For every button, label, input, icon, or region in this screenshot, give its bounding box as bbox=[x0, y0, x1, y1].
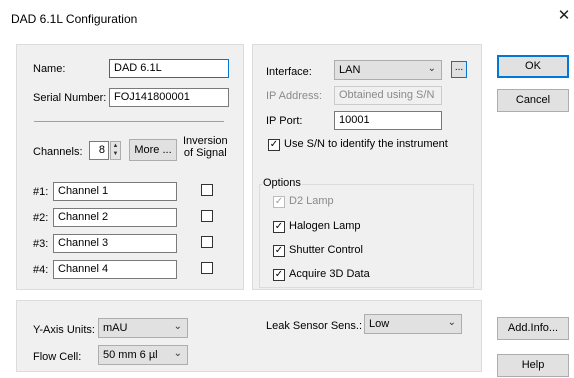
serial-number-field[interactable]: FOJ141800001 bbox=[109, 88, 229, 107]
leak-sensor-dropdown[interactable]: Low ⌄ bbox=[364, 314, 462, 334]
d2-lamp-checkbox: ✓ bbox=[273, 196, 285, 208]
general-separator bbox=[34, 121, 224, 122]
cancel-button[interactable]: Cancel bbox=[497, 89, 569, 112]
shutter-control-label[interactable]: Shutter Control bbox=[289, 244, 363, 256]
acquire-3d-data-checkbox[interactable]: ✓ bbox=[273, 269, 285, 281]
d2-lamp-label: D2 Lamp bbox=[289, 195, 334, 207]
leak-sensor-label: Leak Sensor Sens.: bbox=[266, 320, 363, 332]
inversion-header-line2: of Signal bbox=[183, 147, 227, 159]
spin-down-icon[interactable]: ▼ bbox=[111, 150, 120, 158]
inversion-header: Inversion of Signal bbox=[183, 135, 228, 159]
channel-4-label: #4: bbox=[33, 264, 49, 276]
flow-cell-value: 50 mm 6 µl bbox=[103, 349, 158, 361]
channel-2-field[interactable]: Channel 2 bbox=[53, 208, 177, 227]
channel-3-label: #3: bbox=[33, 238, 49, 250]
options-group-label: Options bbox=[262, 177, 302, 189]
channels-count-field[interactable]: 8 bbox=[89, 141, 109, 160]
channel-1-inversion-checkbox[interactable] bbox=[201, 184, 213, 196]
shutter-control-checkbox[interactable]: ✓ bbox=[273, 245, 285, 257]
use-sn-label[interactable]: Use S/N to identify the instrument bbox=[284, 138, 448, 150]
interface-value: LAN bbox=[339, 64, 361, 76]
y-axis-units-label: Y-Axis Units: bbox=[33, 324, 95, 336]
channel-2-inversion-checkbox[interactable] bbox=[201, 210, 213, 222]
channels-label: Channels: bbox=[33, 146, 83, 158]
inversion-header-line1: Inversion bbox=[183, 135, 228, 147]
ok-button[interactable]: OK bbox=[497, 55, 569, 78]
channel-3-inversion-checkbox[interactable] bbox=[201, 236, 213, 248]
help-button[interactable]: Help bbox=[497, 354, 569, 377]
bottom-panel bbox=[16, 300, 482, 372]
spin-up-icon[interactable]: ▲ bbox=[111, 142, 120, 150]
chevron-down-icon: ⌄ bbox=[173, 321, 182, 332]
channel-3-field[interactable]: Channel 3 bbox=[53, 234, 177, 253]
more-button[interactable]: More ... bbox=[129, 139, 177, 161]
interface-label: Interface: bbox=[266, 66, 312, 78]
channel-4-inversion-checkbox[interactable] bbox=[201, 262, 213, 274]
channel-2-label: #2: bbox=[33, 212, 49, 224]
interface-dropdown[interactable]: LAN ⌄ bbox=[334, 60, 442, 80]
browse-button[interactable]: ... bbox=[451, 61, 467, 78]
add-info-button[interactable]: Add.Info... bbox=[497, 317, 569, 340]
flow-cell-label: Flow Cell: bbox=[33, 351, 82, 363]
name-field[interactable]: DAD 6.1L bbox=[109, 59, 229, 78]
y-axis-units-value: mAU bbox=[103, 322, 128, 334]
ip-port-field[interactable]: 10001 bbox=[334, 111, 442, 130]
serial-number-label: Serial Number: bbox=[33, 92, 107, 104]
chevron-down-icon: ⌄ bbox=[173, 348, 182, 359]
channel-1-field[interactable]: Channel 1 bbox=[53, 182, 177, 201]
window-title: DAD 6.1L Configuration bbox=[11, 12, 138, 26]
acquire-3d-data-label[interactable]: Acquire 3D Data bbox=[289, 268, 370, 280]
halogen-lamp-label[interactable]: Halogen Lamp bbox=[289, 220, 361, 232]
close-icon[interactable]: ✕ bbox=[556, 8, 572, 24]
ip-address-label: IP Address: bbox=[266, 90, 323, 102]
y-axis-units-dropdown[interactable]: mAU ⌄ bbox=[98, 318, 188, 338]
chevron-down-icon: ⌄ bbox=[447, 317, 456, 328]
channel-1-label: #1: bbox=[33, 186, 49, 198]
general-panel bbox=[16, 44, 244, 290]
ip-address-field: Obtained using S/N bbox=[334, 86, 442, 105]
channel-4-field[interactable]: Channel 4 bbox=[53, 260, 177, 279]
ip-port-label: IP Port: bbox=[266, 115, 303, 127]
channels-spinner[interactable]: ▲ ▼ bbox=[110, 141, 121, 160]
name-label: Name: bbox=[33, 63, 66, 75]
chevron-down-icon: ⌄ bbox=[427, 63, 436, 74]
halogen-lamp-checkbox[interactable]: ✓ bbox=[273, 221, 285, 233]
use-sn-checkbox[interactable]: ✓ bbox=[268, 139, 280, 151]
leak-sensor-value: Low bbox=[369, 318, 390, 330]
flow-cell-dropdown[interactable]: 50 mm 6 µl ⌄ bbox=[98, 345, 188, 365]
